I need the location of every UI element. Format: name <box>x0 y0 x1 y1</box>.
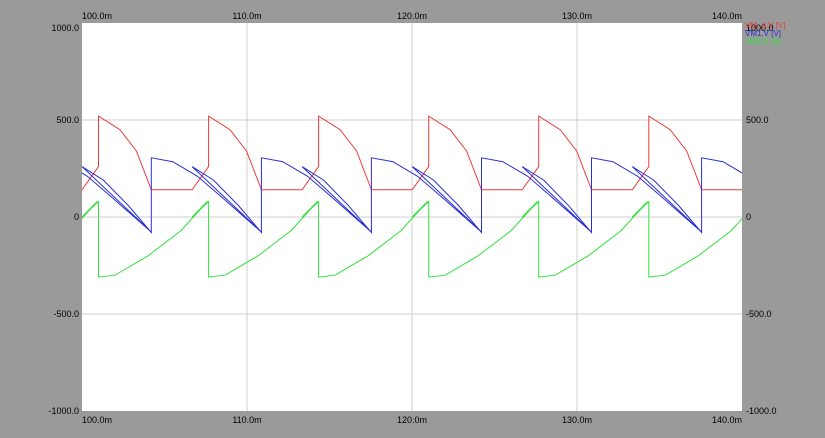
legend-entry: VM2.V [V] <box>745 37 781 46</box>
x-tick-label-top: 130.0m <box>562 11 592 21</box>
y-tick-label-left: -500.0 <box>53 309 79 319</box>
y-tick-label-left: 500.0 <box>56 115 79 125</box>
oscilloscope-chart: 100.0m 100.0m 110.0m 110.0m 120.0m 120.0m 130.… <box>48 11 785 425</box>
x-tick-label-top: 100.0m <box>82 11 112 21</box>
legend: VM_d.V [V]VM1.V [V]VM2.V [V] <box>745 21 785 46</box>
x-tick-label-top: 120.0m <box>397 11 427 21</box>
x-tick-label-bottom: 110.0m <box>232 415 261 425</box>
x-tick-label-bottom: 120.0m <box>397 415 427 425</box>
y-tick-label-right: -1000.0 <box>746 406 777 416</box>
x-tick-label-bottom: 130.0m <box>562 415 592 425</box>
y-tick-label-right: 500.0 <box>746 115 769 125</box>
x-tick-label-top: 110.0m <box>232 11 261 21</box>
y-tick-label-left: 0 <box>74 212 79 222</box>
y-tick-label-left: 1000.0 <box>51 23 79 33</box>
x-tick-label-bottom: 140.0m <box>712 415 742 425</box>
y-tick-label-left: -1000.0 <box>48 406 79 416</box>
x-tick-label-top: 140.0m <box>712 11 742 21</box>
x-tick-label-bottom: 100.0m <box>82 415 112 425</box>
y-tick-label-right: 0 <box>746 212 751 222</box>
y-tick-label-right: -500.0 <box>746 309 772 319</box>
